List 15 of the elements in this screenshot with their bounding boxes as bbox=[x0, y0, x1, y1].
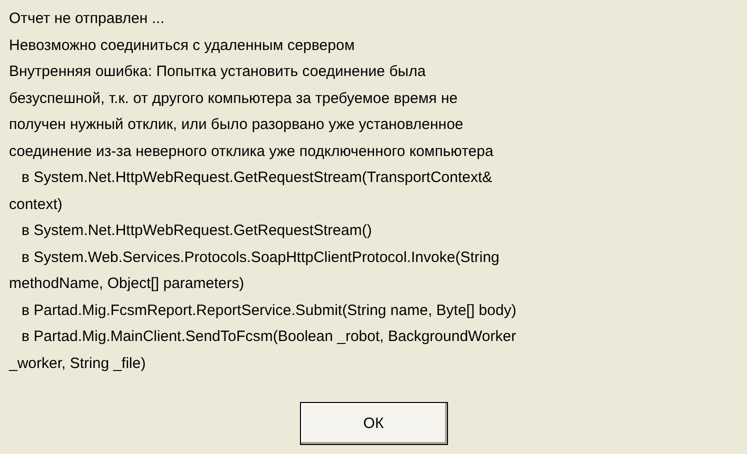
message-text: в System.Net.HttpWebRequest.GetRequestStream() bbox=[20, 221, 372, 241]
message-text: Невозможно соединиться с удаленным сервером bbox=[9, 36, 355, 56]
message-text: в System.Web.Services.Protocols.SoapHttpClientProtocol.Invoke(String bbox=[20, 248, 500, 268]
message-text: Отчет не отправлен ... bbox=[9, 9, 164, 29]
message-text: получен нужный отклик, или было разорвано уже установленное bbox=[9, 115, 464, 135]
message-text: _worker, String _file) bbox=[9, 354, 146, 374]
message-text: Внутренняя ошибка: Попытка установить соединение была bbox=[9, 62, 426, 82]
message-text: context) bbox=[9, 194, 62, 214]
message-text: безуспешной, т.к. от другого компьютера за требуемое время не bbox=[9, 88, 458, 108]
message-text: в Partad.Mig.FcsmReport.ReportService.Submit(String name, Byte[] body) bbox=[20, 300, 516, 320]
ok-button[interactable]: ОК bbox=[300, 402, 448, 445]
message-text: в Partad.Mig.MainClient.SendToFcsm(Boolean _robot, BackgroundWorker bbox=[20, 327, 516, 347]
message-text: methodName, Object[] parameters) bbox=[9, 274, 244, 294]
message-text: в System.Net.HttpWebRequest.GetRequestStream(TransportContext& bbox=[20, 168, 492, 188]
message-text: соединение из-за неверного отклика уже подключенного компьютера bbox=[9, 142, 494, 162]
